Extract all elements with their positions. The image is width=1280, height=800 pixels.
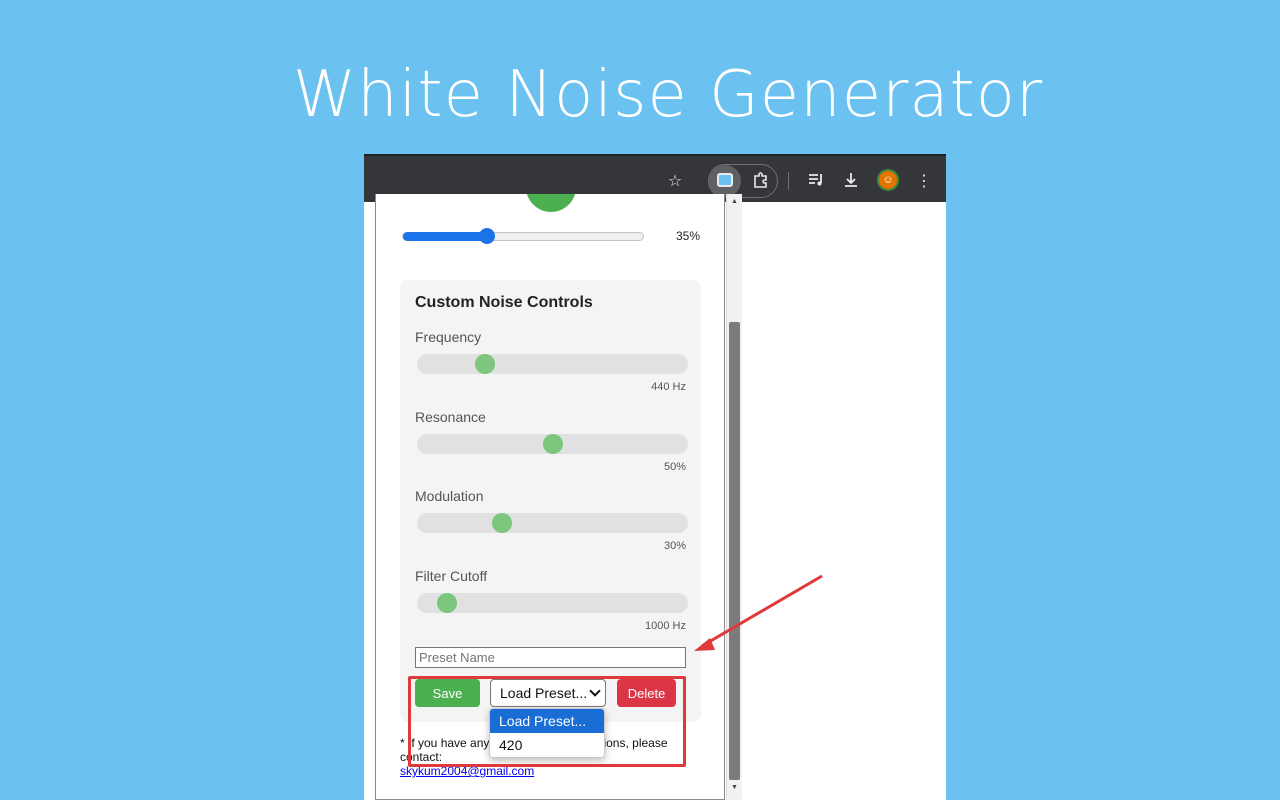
- extensions-puzzle-icon[interactable]: [749, 168, 773, 192]
- volume-value: 35%: [676, 229, 701, 243]
- modulation-slider-thumb[interactable]: [492, 513, 513, 533]
- frequency-slider-thumb[interactable]: [474, 354, 495, 374]
- download-icon[interactable]: [839, 168, 863, 192]
- scroll-up-arrow-icon[interactable]: ▲: [731, 198, 738, 205]
- annotation-arrow-icon: [694, 574, 823, 651]
- annotation-highlight-box: [408, 676, 686, 767]
- frequency-label: Frequency: [415, 329, 482, 345]
- media-queue-icon[interactable]: [804, 168, 828, 192]
- resonance-slider-thumb[interactable]: [542, 434, 563, 454]
- scrollbar-thumb[interactable]: [729, 322, 740, 780]
- volume-slider-fill: [403, 232, 487, 241]
- preset-name-input[interactable]: [415, 647, 686, 668]
- menu-dots-icon[interactable]: ⋮: [912, 168, 936, 192]
- frequency-slider[interactable]: [417, 354, 688, 374]
- extension-active-icon[interactable]: [717, 173, 733, 187]
- custom-noise-controls: Custom Noise Controls Frequency 440 Hz R…: [400, 280, 701, 722]
- filter-cutoff-slider[interactable]: [417, 593, 688, 613]
- filter-cutoff-value: 1000 Hz: [645, 620, 686, 632]
- volume-slider-thumb[interactable]: [479, 228, 495, 244]
- resonance-slider[interactable]: [417, 434, 688, 454]
- popup-scrollbar[interactable]: ▲ ▼: [726, 194, 742, 800]
- modulation-label: Modulation: [415, 488, 484, 504]
- volume-slider[interactable]: [402, 228, 644, 244]
- toolbar-divider: [788, 172, 789, 190]
- play-button[interactable]: [526, 194, 576, 212]
- filter-cutoff-slider-thumb[interactable]: [437, 593, 458, 613]
- card-title: Custom Noise Controls: [415, 294, 593, 311]
- resonance-label: Resonance: [415, 409, 486, 425]
- modulation-value: 30%: [663, 540, 686, 552]
- banner-title: White Noise Generator: [292, 58, 1044, 132]
- filter-cutoff-label: Filter Cutoff: [415, 568, 488, 584]
- scroll-down-arrow-icon[interactable]: ▼: [731, 784, 738, 791]
- profile-avatar[interactable]: ☺: [877, 169, 899, 191]
- bookmark-star-icon[interactable]: ☆: [663, 168, 687, 192]
- resonance-value: 50%: [663, 461, 686, 473]
- frequency-value: 440 Hz: [651, 381, 686, 393]
- modulation-slider[interactable]: [417, 513, 688, 533]
